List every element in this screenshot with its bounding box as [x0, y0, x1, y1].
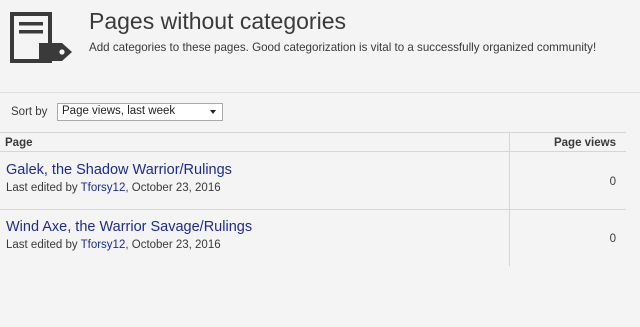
- table-row: Wind Axe, the Warrior Savage/Rulings Las…: [0, 209, 626, 266]
- column-header-page: Page: [5, 137, 33, 149]
- page-title: Pages without categories: [89, 8, 346, 34]
- user-link[interactable]: Tforsy12: [81, 182, 126, 194]
- edit-date: , October 23, 2016: [125, 182, 221, 194]
- page-link[interactable]: Wind Axe, the Warrior Savage/Rulings: [6, 219, 252, 235]
- last-edited-info: Last edited by Tforsy12, October 23, 201…: [6, 239, 221, 251]
- table-row: Galek, the Shadow Warrior/Rulings Last e…: [0, 152, 626, 210]
- user-link[interactable]: Tforsy12: [81, 239, 126, 251]
- header-divider: [0, 92, 640, 93]
- page-header: Pages without categories Add categories …: [0, 0, 640, 92]
- page-views-count: 0: [609, 176, 616, 188]
- page-views-count: 0: [609, 233, 616, 245]
- dropdown-arrow-icon: [210, 110, 216, 114]
- page-subtitle: Add categories to these pages. Good cate…: [89, 41, 597, 54]
- last-edited-prefix: Last edited by: [6, 239, 78, 251]
- table-header: Page Page views: [0, 132, 626, 152]
- edit-date: , October 23, 2016: [125, 239, 221, 251]
- sort-dropdown[interactable]: Page views, last week: [57, 103, 223, 121]
- column-header-page-views: Page views: [553, 137, 616, 149]
- page-tag-icon: [10, 12, 72, 63]
- page-link[interactable]: Galek, the Shadow Warrior/Rulings: [6, 162, 232, 178]
- last-edited-prefix: Last edited by: [6, 182, 78, 194]
- last-edited-info: Last edited by Tforsy12, October 23, 201…: [6, 182, 221, 194]
- sort-selected-value: Page views, last week: [62, 105, 176, 117]
- sort-label: Sort by: [11, 106, 48, 118]
